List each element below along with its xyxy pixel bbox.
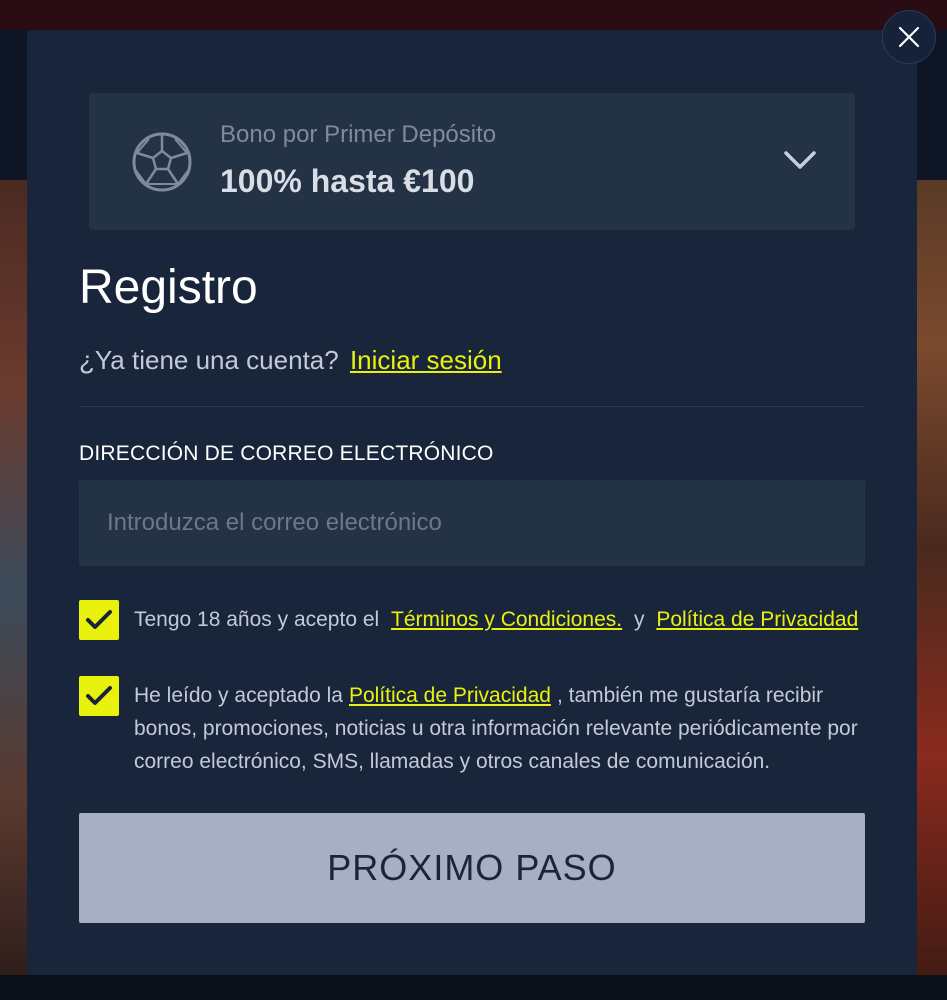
checkmark-icon: [86, 610, 112, 629]
marketing-text-before: He leído y aceptado la: [134, 684, 343, 707]
terms-link[interactable]: Términos y Condiciones.: [391, 608, 622, 631]
chevron-down-icon[interactable]: [783, 149, 817, 171]
login-link[interactable]: Iniciar sesión: [350, 345, 502, 375]
registration-modal: Bono por Primer Depósito 100% hasta €100…: [27, 30, 917, 975]
terms-text: Tengo 18 años y acepto el: [134, 608, 380, 631]
close-icon: [898, 26, 920, 48]
email-label: DIRECCIÓN DE CORREO ELECTRÓNICO: [79, 442, 494, 465]
page-title: Registro: [79, 261, 258, 314]
terms-joiner: y: [633, 608, 645, 631]
bonus-subtitle: Bono por Primer Depósito: [220, 121, 497, 148]
next-step-button[interactable]: PRÓXIMO PASO: [79, 813, 865, 923]
marketing-consent-text: He leído y aceptado la Política de Privac…: [134, 679, 864, 778]
terms-consent-text: Tengo 18 años y acepto el Términos y Con…: [134, 603, 864, 636]
close-button[interactable]: [882, 10, 936, 64]
bonus-selector[interactable]: Bono por Primer Depósito 100% hasta €100: [89, 93, 855, 230]
background-game-art-left: [0, 180, 28, 1000]
email-input[interactable]: [79, 480, 865, 566]
divider: [79, 406, 865, 407]
bonus-title: 100% hasta €100: [220, 163, 475, 199]
background-top-bar: [0, 0, 947, 30]
checkmark-icon: [86, 686, 112, 705]
marketing-privacy-link[interactable]: Política de Privacidad: [349, 684, 551, 707]
login-prompt: ¿Ya tiene una cuenta?: [79, 345, 339, 375]
background-footer: [0, 975, 947, 1000]
background-game-art-right: [915, 180, 947, 1000]
terms-checkbox[interactable]: [79, 600, 119, 640]
soccer-ball-icon: [132, 132, 192, 192]
marketing-checkbox[interactable]: [79, 676, 119, 716]
login-prompt-line: ¿Ya tiene una cuenta? Iniciar sesión: [79, 345, 502, 376]
privacy-link[interactable]: Política de Privacidad: [656, 608, 858, 631]
